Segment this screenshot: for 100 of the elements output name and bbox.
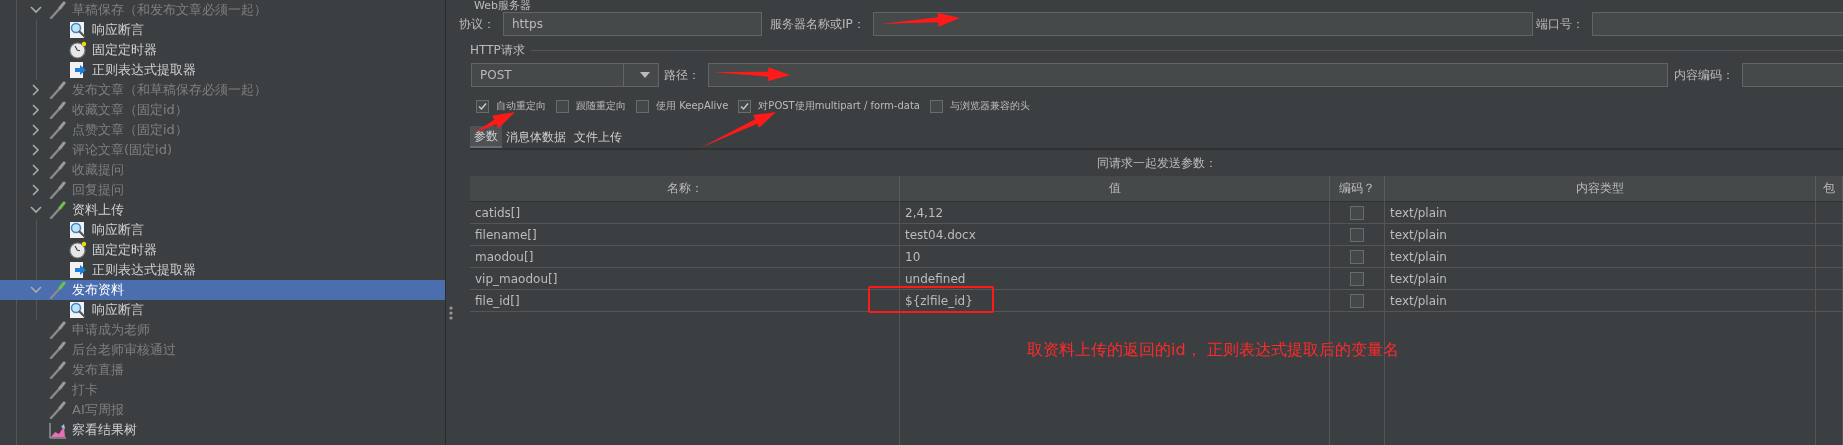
- checkbox[interactable]: [1350, 205, 1364, 220]
- splitter-handle-icon[interactable]: [448, 305, 453, 320]
- checkbox-label: 与浏览器兼容的头: [949, 99, 1030, 113]
- tree-item[interactable]: 回复提问: [0, 180, 445, 200]
- table-cell: undefined: [900, 268, 1330, 290]
- tree-item-label: 正则表达式提取器: [92, 261, 196, 279]
- chevron-right-icon[interactable]: [32, 164, 40, 176]
- checkbox-label: 使用 KeepAlive: [656, 99, 729, 113]
- pipette-icon: [49, 141, 67, 159]
- chevron-down-icon[interactable]: [30, 6, 42, 14]
- table-cell: [1816, 268, 1843, 290]
- magnifier-icon: [69, 301, 87, 319]
- tree-item-label: 察看结果树: [72, 421, 137, 439]
- tree-item-label: 固定定时器: [92, 41, 157, 59]
- column-header[interactable]: 值: [900, 176, 1330, 202]
- tree-item[interactable]: 发布直播: [0, 360, 445, 380]
- table-cell: text/plain: [1385, 268, 1816, 290]
- tree-item[interactable]: 发布资料: [0, 280, 445, 300]
- column-header[interactable]: 包: [1816, 176, 1843, 202]
- tree-item-label: 资料上传: [72, 201, 124, 219]
- protocol-field[interactable]: https: [503, 12, 762, 36]
- table-cell: filename[]: [470, 224, 900, 246]
- table-cell: text/plain: [1385, 224, 1816, 246]
- tree-item[interactable]: 打卡: [0, 380, 445, 400]
- pipette-icon: [49, 121, 67, 139]
- chevron-right-icon[interactable]: [32, 84, 40, 96]
- tab[interactable]: 文件上传: [570, 126, 626, 148]
- group-title: HTTP请求: [470, 42, 526, 59]
- tree-item[interactable]: 评论文章(固定id): [0, 140, 445, 160]
- checkbox[interactable]: [929, 99, 943, 113]
- magnifier-icon: [69, 21, 87, 39]
- table-cell: ${zlfile_id}: [900, 290, 1330, 312]
- magnifier-icon: [69, 221, 87, 239]
- field-label: 路径：: [663, 66, 701, 84]
- tree-item-label: 打卡: [72, 381, 98, 399]
- field-label: 协议：: [458, 15, 496, 33]
- table-cell: text/plain: [1385, 202, 1816, 224]
- checkbox[interactable]: [476, 99, 489, 113]
- pipette-icon: [49, 161, 67, 179]
- checkbox[interactable]: [738, 99, 752, 113]
- group-title: Web服务器: [474, 0, 531, 12]
- tab[interactable]: 消息体数据: [502, 126, 570, 148]
- pipette-icon: [49, 401, 67, 419]
- chevron-right-icon[interactable]: [32, 184, 40, 196]
- tree-item-label: 点赞文章（固定id）: [72, 121, 188, 139]
- pipette-icon: [49, 321, 67, 339]
- checkbox[interactable]: [1350, 271, 1364, 286]
- checkbox[interactable]: [556, 99, 569, 113]
- pipette-icon: [49, 1, 67, 19]
- pipette-icon: [49, 381, 67, 399]
- tree-item[interactable]: 申请成为老师: [0, 320, 445, 340]
- checkbox[interactable]: [1350, 293, 1364, 308]
- table-cell: test04.docx: [900, 224, 1330, 246]
- tree-item[interactable]: AI写周报: [0, 400, 445, 420]
- server-field[interactable]: [872, 12, 1533, 36]
- method-dropdown[interactable]: POST: [471, 63, 659, 87]
- chevron-right-icon[interactable]: [32, 144, 40, 156]
- tree-item[interactable]: 点赞文章（固定id）: [0, 120, 445, 140]
- tree-item[interactable]: 收藏提问: [0, 160, 445, 180]
- field-label: 端口号：: [1534, 15, 1585, 33]
- table-cell: text/plain: [1385, 246, 1816, 268]
- port-field[interactable]: [1591, 12, 1843, 36]
- checkbox[interactable]: [1350, 249, 1364, 264]
- tree-item-label: 收藏文章（固定id）: [72, 101, 188, 119]
- pipette-icon: [49, 361, 67, 379]
- chevron-down-icon[interactable]: [30, 286, 42, 294]
- tree-item-label: 申请成为老师: [72, 321, 150, 339]
- table-cell: 10: [900, 246, 1330, 268]
- tree-item-label: 固定定时器: [92, 241, 157, 259]
- table-caption: 同请求一起发送参数：: [1096, 156, 1217, 170]
- tree-item-label: AI写周报: [72, 401, 124, 419]
- path-field[interactable]: [708, 63, 1668, 87]
- tree-item-label: 回复提问: [72, 181, 124, 199]
- tree-item[interactable]: 资料上传: [0, 200, 445, 220]
- tree-item[interactable]: 后台老师审核通过: [0, 340, 445, 360]
- clock-icon: [69, 41, 87, 59]
- chevron-right-icon[interactable]: [32, 104, 40, 116]
- tree-item[interactable]: 察看结果树: [0, 420, 445, 440]
- tab[interactable]: 参数: [470, 126, 502, 148]
- tree-item-label: 正则表达式提取器: [92, 61, 196, 79]
- checkbox-label: 自动重定向: [496, 99, 546, 113]
- column-header[interactable]: 名称：: [470, 176, 900, 202]
- table-cell: file_id[]: [470, 290, 900, 312]
- document-arrow-icon: [69, 61, 87, 79]
- pipette-icon: [49, 281, 67, 299]
- checkbox[interactable]: [636, 99, 649, 113]
- tree-item[interactable]: 收藏文章（固定id）: [0, 100, 445, 120]
- checkbox-label: 跟随重定向: [576, 99, 626, 113]
- table-cell: maodou[]: [470, 246, 900, 268]
- table-cell: 2,4,12: [900, 202, 1330, 224]
- pipette-icon: [49, 181, 67, 199]
- chevron-right-icon[interactable]: [32, 124, 40, 136]
- checkbox[interactable]: [1350, 227, 1364, 242]
- pipette-icon: [49, 101, 67, 119]
- chevron-down-icon[interactable]: [30, 206, 42, 214]
- caret-icon: [640, 72, 650, 78]
- column-header[interactable]: 内容类型: [1385, 176, 1816, 202]
- field-label: 服务器名称或IP：: [769, 15, 866, 33]
- column-header[interactable]: 编码？: [1330, 176, 1385, 202]
- tree-item-label: 响应断言: [92, 221, 144, 239]
